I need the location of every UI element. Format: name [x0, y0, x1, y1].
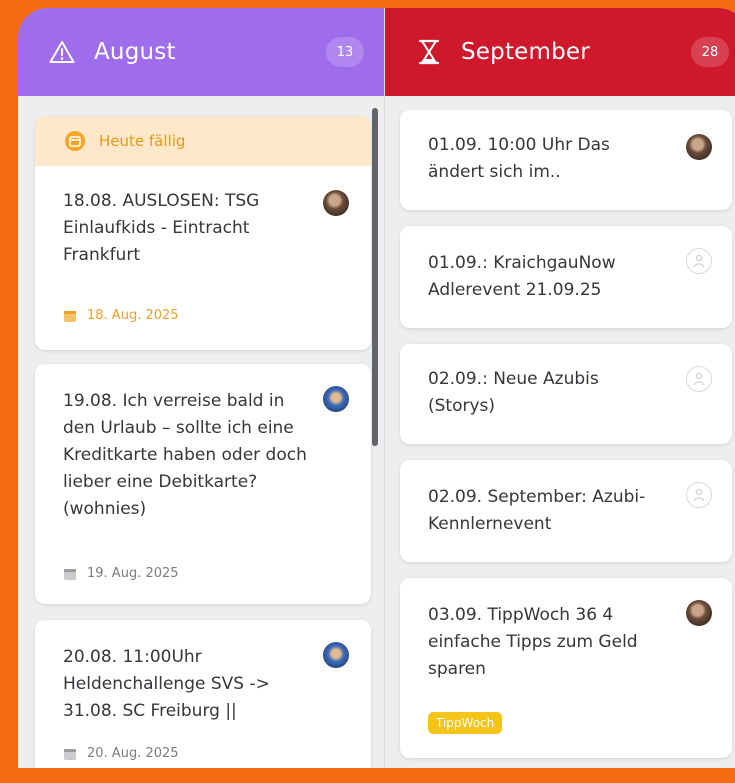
- assignee-avatar[interactable]: [686, 134, 712, 160]
- due-date-text: 20. Aug. 2025: [87, 746, 179, 761]
- task-title: 03.09. TippWoch 36 4 einfache Tipps zum …: [428, 605, 638, 679]
- due-date: 19. Aug. 2025: [63, 566, 179, 581]
- assignee-avatar[interactable]: [323, 642, 349, 668]
- task-card[interactable]: 01.09. 10:00 Uhr Das ändert sich im..: [400, 110, 732, 210]
- label-tag[interactable]: TippWoch: [428, 712, 503, 734]
- task-title: 20.08. 11:00Uhr Heldenchallenge SVS -> 3…: [63, 647, 270, 721]
- task-card[interactable]: 19.08. Ich verreise bald in den Urlaub –…: [35, 364, 371, 604]
- task-card[interactable]: 01.09.: KraichgauNow Adlerevent 21.09.25: [400, 226, 732, 328]
- column-header-august[interactable]: August 13: [18, 8, 384, 96]
- unassigned-user-icon[interactable]: [686, 366, 712, 392]
- calendar-icon: [64, 310, 76, 322]
- unassigned-user-icon[interactable]: [686, 482, 712, 508]
- task-card[interactable]: Heute fällig 18.08. AUSLOSEN: TSG Einlau…: [35, 116, 371, 350]
- due-date-text: 18. Aug. 2025: [87, 308, 179, 323]
- column-september: September 28 01.09. 10:00 Uhr Das ändert…: [384, 8, 735, 768]
- due-today-label: Heute fällig: [99, 132, 186, 150]
- task-title: 18.08. AUSLOSEN: TSG Einlaufkids - Eintr…: [63, 191, 260, 265]
- calendar-icon: [64, 568, 76, 580]
- card-count-badge: 28: [691, 37, 729, 67]
- task-card[interactable]: 02.09.: Neue Azubis (Storys): [400, 344, 732, 444]
- column-title: August: [94, 39, 176, 65]
- due-date: 20. Aug. 2025: [63, 746, 179, 761]
- calendar-icon: [64, 748, 76, 760]
- due-today-banner: Heute fällig: [35, 116, 371, 166]
- scrollbar-thumb[interactable]: [372, 108, 378, 446]
- warning-triangle-icon: [48, 38, 76, 66]
- card-list-august[interactable]: Heute fällig 18.08. AUSLOSEN: TSG Einlau…: [18, 108, 384, 768]
- task-card[interactable]: 20.08. 11:00Uhr Heldenchallenge SVS -> 3…: [35, 620, 371, 768]
- column-title: September: [461, 39, 590, 65]
- unassigned-user-icon[interactable]: [686, 248, 712, 274]
- task-card[interactable]: 03.09. TippWoch 36 4 einfache Tipps zum …: [400, 578, 732, 758]
- assignee-avatar[interactable]: [323, 190, 349, 216]
- hourglass-icon: [415, 38, 443, 66]
- due-date-text: 19. Aug. 2025: [87, 566, 179, 581]
- task-card[interactable]: 02.09. September: Azubi-Kennlernevent: [400, 460, 732, 562]
- calendar-icon: [65, 131, 85, 151]
- due-date: 18. Aug. 2025: [63, 308, 179, 323]
- task-title: 02.09.: Neue Azubis (Storys): [428, 369, 599, 416]
- task-title: 01.09.: KraichgauNow Adlerevent 21.09.25: [428, 253, 616, 300]
- card-list-september[interactable]: 01.09. 10:00 Uhr Das ändert sich im.. 01…: [385, 108, 735, 768]
- column-header-september[interactable]: September 28: [385, 8, 735, 96]
- task-title: 02.09. September: Azubi-Kennlernevent: [428, 487, 646, 534]
- kanban-board: August 13 Heute fällig 18.08. AUSLOSEN: …: [18, 8, 735, 768]
- assignee-avatar[interactable]: [323, 386, 349, 412]
- assignee-avatar[interactable]: [686, 600, 712, 626]
- column-august: August 13 Heute fällig 18.08. AUSLOSEN: …: [18, 8, 384, 768]
- card-count-badge: 13: [326, 37, 364, 67]
- task-title: 19.08. Ich verreise bald in den Urlaub –…: [63, 391, 307, 519]
- task-title: 01.09. 10:00 Uhr Das ändert sich im..: [428, 135, 610, 182]
